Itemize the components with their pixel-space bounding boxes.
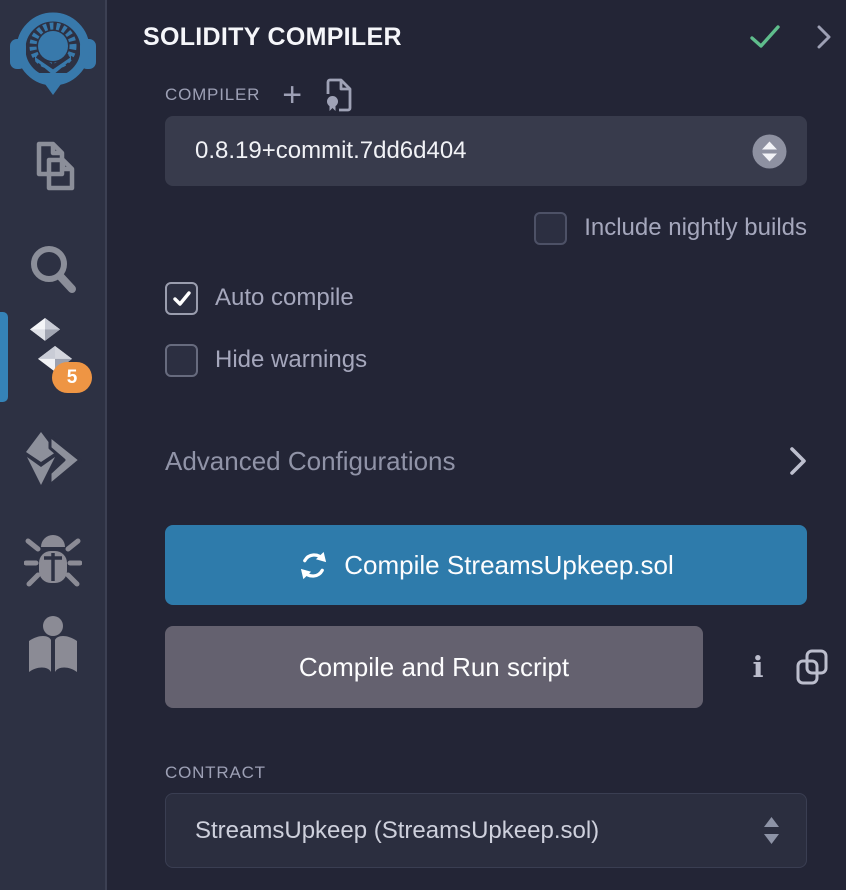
deploy-and-run-icon [24, 428, 82, 488]
solidity-compiler-panel: SOLIDITY COMPILER COMPILER + [109, 0, 846, 890]
include-nightly-checkbox[interactable] [534, 212, 567, 245]
sidebar-item-documentation[interactable] [0, 610, 105, 680]
include-nightly-row[interactable]: Include nightly builds [534, 209, 807, 247]
sidebar-item-file-explorer[interactable] [0, 136, 105, 196]
info-icon[interactable]: i [745, 653, 771, 682]
hide-warnings-label[interactable]: Hide warnings [215, 346, 367, 374]
contract-select-value: StreamsUpkeep (StreamsUpkeep.sol) [195, 817, 763, 845]
auto-compile-checkbox[interactable] [165, 282, 198, 315]
select-updown-arrows-icon [763, 816, 780, 846]
remix-logo-icon [7, 7, 99, 99]
hide-warnings-checkbox[interactable] [165, 344, 198, 377]
add-compiler-icon[interactable]: + [282, 81, 302, 109]
auto-compile-row[interactable]: Auto compile [165, 279, 354, 317]
remix-ide-compiler-panel: 5 [0, 0, 846, 890]
refresh-icon [298, 550, 329, 581]
auto-compile-label[interactable]: Auto compile [215, 284, 354, 312]
collapse-panel-chevron-icon[interactable] [817, 24, 832, 50]
compile-success-check-icon [749, 24, 781, 50]
compiler-version-value: 0.8.19+commit.7dd6d404 [195, 137, 752, 165]
compile-and-run-label: Compile and Run script [299, 652, 569, 683]
select-spinner-icon [752, 134, 787, 169]
compile-and-run-row: Compile and Run script i [165, 626, 846, 708]
debugger-icon [24, 527, 82, 591]
copy-icon[interactable] [795, 648, 829, 686]
search-icon [24, 239, 82, 299]
documentation-book-icon [24, 614, 82, 676]
file-explorer-icon [25, 138, 81, 194]
contract-section-label: CONTRACT [165, 763, 266, 783]
compiler-version-select[interactable]: 0.8.19+commit.7dd6d404 [165, 116, 807, 186]
compile-button-label: Compile StreamsUpkeep.sol [344, 550, 673, 581]
compiler-label-row: COMPILER + [165, 78, 353, 112]
advanced-configurations-label: Advanced Configurations [165, 446, 790, 477]
sidebar-item-debugger[interactable] [0, 524, 105, 594]
include-nightly-label[interactable]: Include nightly builds [584, 214, 807, 242]
panel-header: SOLIDITY COMPILER [143, 16, 832, 58]
remix-logo[interactable] [0, 6, 105, 100]
chevron-right-icon [790, 446, 807, 476]
compile-and-run-button[interactable]: Compile and Run script [165, 626, 703, 708]
sidebar-item-search[interactable] [0, 236, 105, 302]
sidebar-item-deploy-and-run[interactable] [0, 424, 105, 492]
contract-select[interactable]: StreamsUpkeep (StreamsUpkeep.sol) [165, 793, 807, 868]
compiler-error-count-badge: 5 [52, 362, 92, 393]
license-file-icon[interactable] [324, 78, 353, 112]
compile-button[interactable]: Compile StreamsUpkeep.sol [165, 525, 807, 605]
advanced-configurations-toggle[interactable]: Advanced Configurations [165, 440, 807, 482]
compiler-section-label: COMPILER [165, 85, 260, 105]
hide-warnings-row[interactable]: Hide warnings [165, 341, 367, 379]
sidebar-item-solidity-compiler[interactable]: 5 [0, 316, 105, 400]
page-title: SOLIDITY COMPILER [143, 23, 749, 52]
icon-sidebar: 5 [0, 0, 107, 890]
